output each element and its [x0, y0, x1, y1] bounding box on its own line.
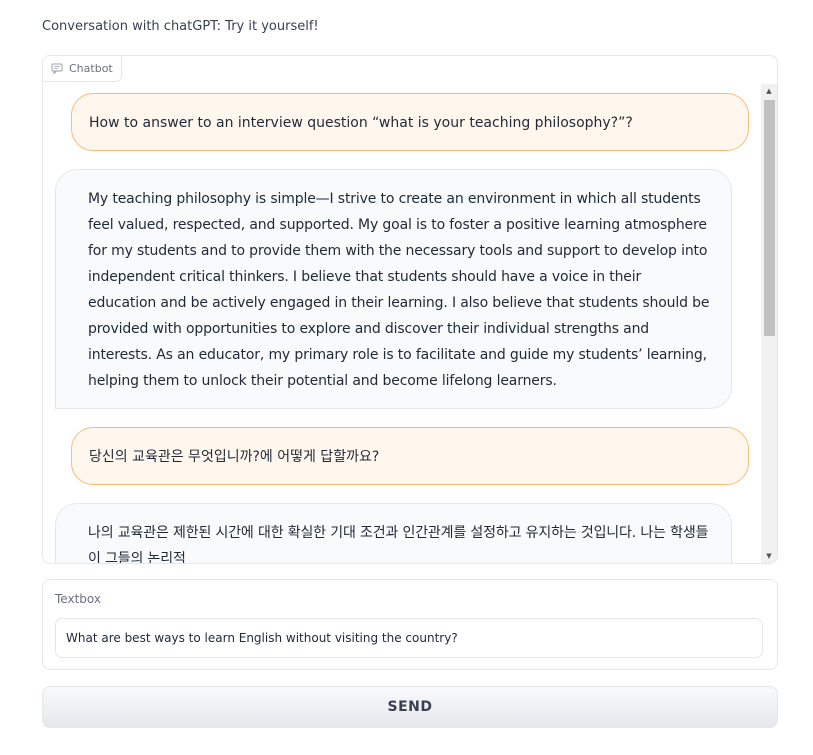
chat-bubble-icon	[51, 63, 63, 74]
textbox-panel: Textbox	[42, 579, 778, 670]
bot-message: My teaching philosophy is simple—I striv…	[55, 169, 732, 409]
user-message: 당신의 교육관은 무엇입니까?에 어떻게 답할까요?	[71, 427, 749, 485]
page-description: Conversation with chatGPT: Try it yourse…	[42, 19, 319, 34]
scrollbar-thumb[interactable]	[764, 100, 775, 336]
message-list: How to answer to an interview question “…	[43, 84, 761, 563]
chat-scrollbar[interactable]: ▲ ▼	[761, 84, 777, 563]
user-message: How to answer to an interview question “…	[71, 93, 749, 151]
scroll-up-arrow-icon[interactable]: ▲	[761, 84, 777, 98]
chatbot-label-text: Chatbot	[69, 62, 113, 75]
message-text: 당신의 교육관은 무엇입니까?에 어떻게 답할까요?	[89, 449, 380, 465]
scroll-down-arrow-icon[interactable]: ▼	[761, 549, 777, 563]
message-text: How to answer to an interview question “…	[89, 115, 633, 131]
chatbot-panel: Chatbot How to answer to an interview qu…	[42, 55, 778, 564]
message-text: My teaching philosophy is simple—I striv…	[88, 191, 710, 389]
chatbot-label: Chatbot	[43, 56, 122, 82]
send-button[interactable]: SEND	[42, 686, 778, 728]
message-input[interactable]	[55, 618, 763, 658]
bot-message: 나의 교육관은 제한된 시간에 대한 확실한 기대 조건과 인간관계를 설정하고…	[55, 503, 732, 563]
textbox-label: Textbox	[55, 592, 101, 606]
message-text: 나의 교육관은 제한된 시간에 대한 확실한 기대 조건과 인간관계를 설정하고…	[88, 525, 709, 563]
